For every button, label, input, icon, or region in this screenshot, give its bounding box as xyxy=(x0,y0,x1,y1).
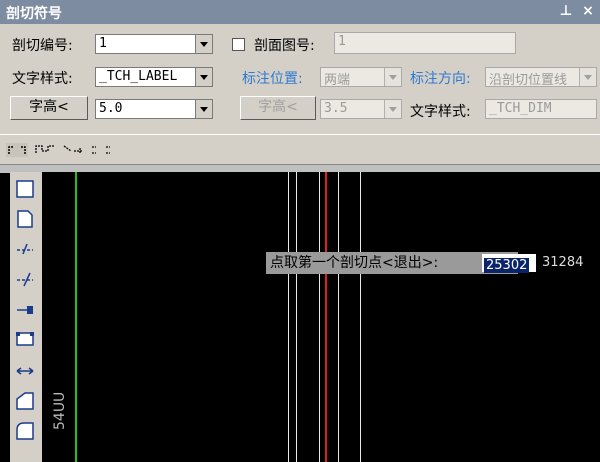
polygon-tool-icon[interactable] xyxy=(14,390,36,412)
annotation-position-combo[interactable]: 两端 xyxy=(320,67,402,88)
annotation-direction-value: 沿剖切位置线 xyxy=(489,73,568,88)
text-height-combo[interactable]: 5.0 xyxy=(95,99,213,119)
dash-line-tool-icon[interactable] xyxy=(14,238,36,260)
text-height-value: 5.0 xyxy=(99,101,123,116)
wall-line xyxy=(338,172,339,462)
chevron-down-icon[interactable] xyxy=(384,100,401,118)
orthogonal-section-icon[interactable] xyxy=(6,143,28,157)
arrows-tool-icon[interactable] xyxy=(14,360,36,382)
pin-icon[interactable]: ⊥ xyxy=(558,3,574,19)
chevron-down-icon[interactable] xyxy=(195,68,212,86)
broken-section-icon[interactable] xyxy=(90,143,112,157)
arc-shape-tool-icon[interactable] xyxy=(14,420,36,442)
drawing-canvas[interactable]: 点取第一个剖切点<退出>: 25302 31284 54UU xyxy=(42,172,600,462)
annotation-position-label: 标注位置: xyxy=(242,71,303,87)
text-style-label-2: 文字样式: xyxy=(410,104,471,120)
text-height-combo-2[interactable]: 3.5 xyxy=(320,99,402,119)
page-tool-icon[interactable] xyxy=(14,208,36,230)
wall-line xyxy=(288,172,289,462)
rectangle-tool-icon[interactable] xyxy=(14,178,36,200)
coordinate-x-value: 25302 xyxy=(484,258,530,273)
chevron-down-icon[interactable] xyxy=(195,35,212,53)
close-icon[interactable]: × xyxy=(580,3,596,19)
wall-line xyxy=(319,172,320,462)
text-style-label: 文字样式: xyxy=(12,71,73,87)
section-view-checkbox[interactable] xyxy=(232,38,245,51)
section-view-field[interactable]: 1 xyxy=(334,32,516,54)
marker-line-tool-icon[interactable] xyxy=(14,298,36,320)
section-type-toolbar xyxy=(0,134,600,165)
annotation-direction-label: 标注方向: xyxy=(410,71,471,87)
chevron-down-icon[interactable] xyxy=(579,68,596,86)
section-number-value: 1 xyxy=(99,36,107,51)
section-view-label: 剖面图号: xyxy=(254,38,315,54)
title-bar: 剖切符号 ⊥ × xyxy=(0,0,600,24)
annotation-position-value: 两端 xyxy=(324,73,351,88)
coordinate-y-input[interactable]: 31284 xyxy=(538,254,600,272)
section-number-combo[interactable]: 1 xyxy=(95,34,213,54)
bracket-tool-icon[interactable] xyxy=(14,328,36,350)
section-number-label: 剖切编号: xyxy=(12,38,73,54)
text-style-value-2: _TCH_DIM xyxy=(489,101,552,116)
red-axis-line xyxy=(325,172,327,462)
dimension-text: 54UU xyxy=(52,391,68,430)
text-style-field-2[interactable]: _TCH_DIM xyxy=(485,99,597,119)
wall-line xyxy=(296,172,297,462)
text-height-button-2[interactable]: 字高< xyxy=(240,96,316,120)
command-prompt: 点取第一个剖切点<退出>: xyxy=(266,252,518,274)
window-title: 剖切符号 xyxy=(6,6,62,22)
green-axis-line xyxy=(75,172,77,462)
chevron-down-icon[interactable] xyxy=(384,68,401,86)
wall-line xyxy=(360,172,361,462)
text-height-value-2: 3.5 xyxy=(324,101,348,116)
text-style-combo[interactable]: _TCH_LABEL xyxy=(95,67,213,87)
text-style-value: _TCH_LABEL xyxy=(99,69,178,84)
rotated-section-icon[interactable] xyxy=(62,143,84,157)
options-panel: 剖切编号: 1 剖面图号: 1 文字样式: _TCH_LABEL 标注位置: 两… xyxy=(0,24,600,134)
coordinate-x-input[interactable]: 25302 xyxy=(482,254,536,273)
drawing-toolbar xyxy=(10,172,42,462)
section-view-value: 1 xyxy=(338,34,346,49)
text-height-button[interactable]: 字高< xyxy=(10,96,88,120)
diagonal-line-tool-icon[interactable] xyxy=(14,268,36,290)
annotation-direction-combo[interactable]: 沿剖切位置线 xyxy=(485,67,597,88)
stepped-section-icon[interactable] xyxy=(34,143,56,157)
chevron-down-icon[interactable] xyxy=(195,100,212,118)
